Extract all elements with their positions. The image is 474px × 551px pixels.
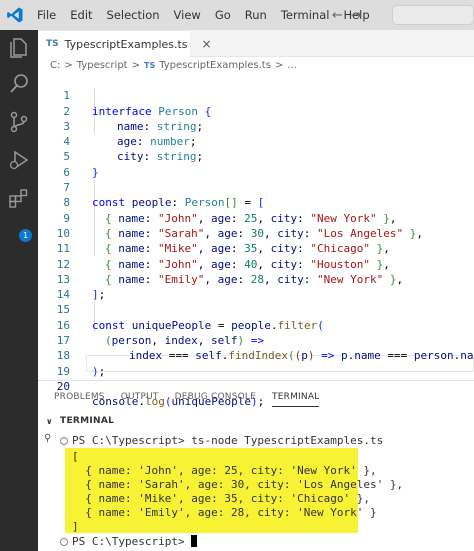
tab-typescriptexamples[interactable]: TS TypescriptExamples.ts ×: [38, 30, 212, 57]
code-line: 14: [38, 272, 474, 301]
terminal-output-line: { name: 'Sarah', age: 30, city: 'Los Ang…: [72, 478, 404, 491]
code-line: 8 { name: "John", age: 25, city: "New Yo…: [38, 180, 474, 224]
breadcrumb-folder[interactable]: Typescript: [77, 60, 128, 71]
tab-output[interactable]: OUTPUT: [113, 381, 167, 411]
tab-terminal[interactable]: TERMINAL: [264, 381, 327, 411]
terminal-output-line: { name: 'John', age: 25, city: 'New York…: [72, 464, 377, 477]
code-line: 3 age: number;: [38, 104, 474, 148]
code-line: 12 { name: "Emily", age: 28, city: "New …: [38, 241, 474, 286]
title-bar: File Edit Selection View Go Run Terminal…: [0, 0, 474, 30]
nav-arrows: ← →: [332, 0, 362, 30]
terminal-command-line: PS C:\Typescript> ts-node TypescriptExam…: [72, 434, 384, 447]
breadcrumb-drive[interactable]: C:: [50, 60, 60, 71]
editor-tab-bar: TS TypescriptExamples.ts ×: [38, 30, 474, 57]
menu-view[interactable]: View: [167, 0, 208, 30]
code-line: 11 { name: "John", age: 40, city: "Houst…: [38, 226, 474, 270]
breadcrumb-file[interactable]: TypescriptExamples.ts: [159, 60, 271, 71]
typescript-file-icon: TS: [143, 60, 156, 70]
close-icon[interactable]: ×: [202, 37, 212, 51]
menu-file[interactable]: File: [30, 0, 63, 30]
code-line: 13 ];: [38, 257, 474, 301]
tab-debug-console[interactable]: DEBUG CONSOLE: [167, 381, 264, 411]
terminal-output-line: [: [72, 450, 79, 463]
code-line: 2 name: string;: [38, 88, 474, 133]
terminal-output-line: { name: 'Mike', age: 35, city: 'Chicago'…: [72, 492, 371, 505]
terminal-output-line: { name: 'Emily', age: 28, city: 'New Yor…: [72, 506, 377, 519]
menu-selection[interactable]: Selection: [100, 0, 167, 30]
breadcrumb-separator: >: [274, 59, 284, 71]
code-line: 1 interface Person {: [38, 73, 474, 117]
tab-problems[interactable]: PROBLEMS: [38, 381, 113, 411]
code-line: 20 console.log(uniquePeople);: [38, 364, 474, 408]
panel-tab-bar: PROBLEMS OUTPUT DEBUG CONSOLE TERMINAL: [38, 381, 474, 411]
back-arrow-icon[interactable]: ←: [332, 8, 343, 23]
code-editor[interactable]: 1 interface Person { 2 name: string; 3 a…: [38, 73, 474, 408]
code-line: 6: [38, 150, 474, 179]
code-line: 10 { name: "Mike", age: 35, city: "Chica…: [38, 211, 474, 255]
terminal-section-header[interactable]: ∨ TERMINAL: [38, 413, 474, 429]
code-line: 5 }: [38, 134, 474, 178]
extensions-badge: 1: [19, 229, 32, 242]
menu-terminal[interactable]: Terminal: [274, 0, 337, 30]
activity-bar: 1: [0, 30, 38, 551]
breadcrumb-separator: >: [131, 59, 140, 71]
vscode-logo-icon: [0, 0, 30, 30]
menu-run[interactable]: Run: [238, 0, 274, 30]
code-line: 19: [38, 348, 474, 378]
search-icon[interactable]: [7, 72, 31, 96]
breadcrumb-more[interactable]: ...: [287, 60, 297, 71]
chevron-down-icon[interactable]: ∨: [46, 417, 53, 426]
code-line: 15 const uniquePeople = people.filter(: [38, 287, 474, 331]
code-line: 16 (person, index, self) =>: [38, 303, 474, 347]
terminal-cursor: [191, 535, 198, 547]
terminal-prompt[interactable]: PS C:\Typescript>: [72, 535, 198, 549]
menu-go[interactable]: Go: [208, 0, 238, 30]
terminal-section-title: TERMINAL: [60, 416, 115, 426]
terminal-output-line: ]: [72, 520, 79, 533]
menu-edit[interactable]: Edit: [63, 0, 99, 30]
breadcrumb-separator: >: [64, 59, 73, 71]
run-debug-icon[interactable]: [7, 148, 31, 172]
command-center-search[interactable]: [392, 5, 474, 25]
code-line: 17 index === self.findIndex((p) => p.nam…: [38, 318, 474, 362]
terminal-prompt-text: PS C:\Typescript>: [72, 535, 192, 548]
typescript-file-icon: TS: [46, 39, 59, 49]
tab-label: TypescriptExamples.ts: [64, 37, 188, 51]
code-line: 18 );: [38, 333, 474, 377]
prompt-decoration-icon: [60, 538, 68, 546]
extensions-icon[interactable]: [7, 186, 31, 210]
terminal-pin-icon[interactable]: ⚲: [44, 433, 51, 444]
code-line: 4 city: string;: [38, 119, 474, 163]
forward-arrow-icon[interactable]: →: [351, 8, 362, 23]
menu-bar: File Edit Selection View Go Run Terminal…: [30, 0, 377, 30]
command-decoration-icon: [60, 437, 68, 445]
source-control-icon[interactable]: [7, 110, 31, 134]
breadcrumb: C: > Typescript > TS TypescriptExamples.…: [38, 57, 474, 73]
explorer-icon[interactable]: [7, 36, 31, 60]
code-line: 7 const people: Person[] = [: [38, 165, 474, 209]
code-line: 9 { name: "Sarah", age: 30, city: "Los A…: [38, 195, 474, 240]
